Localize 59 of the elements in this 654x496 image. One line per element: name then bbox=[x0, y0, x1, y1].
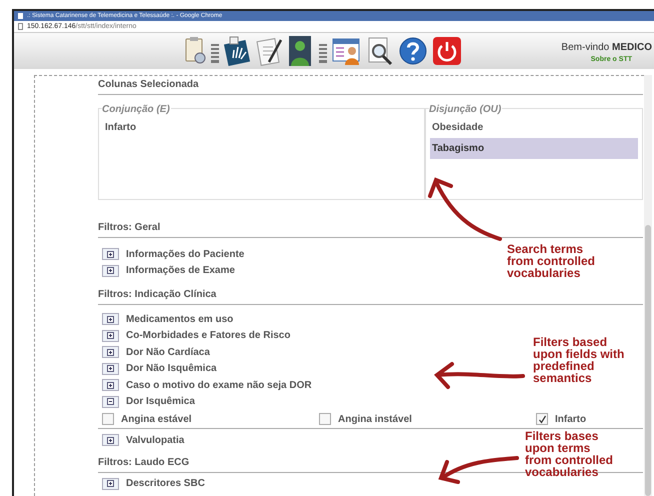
expand-button[interactable] bbox=[102, 330, 119, 342]
list-item[interactable]: Obesidade bbox=[430, 117, 638, 138]
filter-label[interactable]: Informações de Exame bbox=[126, 263, 235, 278]
list-item[interactable]: Tabagismo bbox=[430, 138, 638, 159]
filter-label[interactable]: Dor Não Isquêmica bbox=[126, 361, 217, 376]
plus-icon bbox=[107, 332, 114, 340]
profile-card-icon[interactable] bbox=[332, 36, 362, 66]
help-icon[interactable] bbox=[398, 36, 428, 66]
expand-button[interactable] bbox=[102, 264, 119, 277]
plus-icon bbox=[107, 250, 114, 258]
checkbox-label: Angina estável bbox=[121, 412, 192, 426]
minus-icon bbox=[107, 398, 114, 406]
expand-button[interactable] bbox=[102, 478, 119, 490]
expand-button[interactable] bbox=[102, 379, 119, 392]
checkbox-label: Infarto bbox=[555, 412, 586, 426]
list-item[interactable]: Infarto bbox=[103, 117, 420, 138]
power-icon[interactable] bbox=[432, 36, 462, 66]
annotation-text: Filters bases upon terms from controlled vocabularies bbox=[525, 430, 614, 478]
plus-icon bbox=[107, 365, 114, 372]
section-heading: Filtros: Indicação Clínica bbox=[98, 289, 216, 300]
list-box-title: Conjunção (E) bbox=[102, 102, 171, 117]
checkbox[interactable] bbox=[102, 413, 114, 425]
person-folder-icon[interactable] bbox=[288, 35, 314, 67]
filter-label[interactable]: Descritores SBC bbox=[126, 476, 205, 492]
expand-button[interactable] bbox=[102, 313, 119, 326]
scrollbar-thumb[interactable] bbox=[645, 225, 651, 496]
plus-icon bbox=[107, 382, 114, 389]
checkbox[interactable] bbox=[536, 413, 548, 425]
list-box-title: Disjunção (OU) bbox=[429, 102, 502, 117]
filter-label[interactable]: Medicamentos em uso bbox=[126, 312, 234, 327]
filter-label[interactable]: Co-Morbidades e Fatores de Risco bbox=[126, 328, 290, 344]
expand-button[interactable] bbox=[102, 434, 119, 446]
filter-label[interactable]: Dor Não Cardíaca bbox=[126, 344, 210, 360]
checkbox-label: Angina instável bbox=[338, 412, 412, 426]
section-heading: Filtros: Geral bbox=[98, 222, 160, 233]
filter-label[interactable]: Informações do Paciente bbox=[126, 246, 244, 262]
document-pen-icon[interactable] bbox=[256, 36, 284, 66]
plus-icon bbox=[107, 348, 114, 356]
hand-xray-icon[interactable] bbox=[224, 36, 252, 66]
section-heading: Colunas Selecionada bbox=[98, 79, 199, 90]
search-icon[interactable] bbox=[366, 36, 394, 66]
collapse-button[interactable] bbox=[102, 396, 119, 408]
filter-label[interactable]: Valvulopatia bbox=[126, 432, 184, 448]
plus-icon bbox=[107, 267, 114, 274]
clipboard-icon[interactable] bbox=[184, 36, 206, 66]
expand-button[interactable] bbox=[102, 248, 119, 260]
expand-button[interactable] bbox=[102, 362, 119, 375]
welcome-text: Bem-vindo MEDICO bbox=[561, 41, 652, 55]
filter-label[interactable]: Dor Isquêmica bbox=[126, 394, 195, 410]
annotation-text: Filters based upon fields with predefined semantics bbox=[533, 336, 624, 384]
plus-icon bbox=[107, 480, 114, 488]
plus-icon bbox=[107, 316, 114, 323]
expand-button[interactable] bbox=[102, 346, 119, 358]
checkbox[interactable] bbox=[319, 413, 331, 425]
section-heading: Filtros: Laudo ECG bbox=[98, 456, 190, 468]
plus-icon bbox=[107, 436, 114, 444]
check-icon bbox=[538, 414, 546, 424]
filter-label[interactable]: Caso o motivo do exame não seja DOR bbox=[126, 378, 312, 393]
annotation-text: Search terms from controlled vocabularies bbox=[507, 243, 596, 279]
